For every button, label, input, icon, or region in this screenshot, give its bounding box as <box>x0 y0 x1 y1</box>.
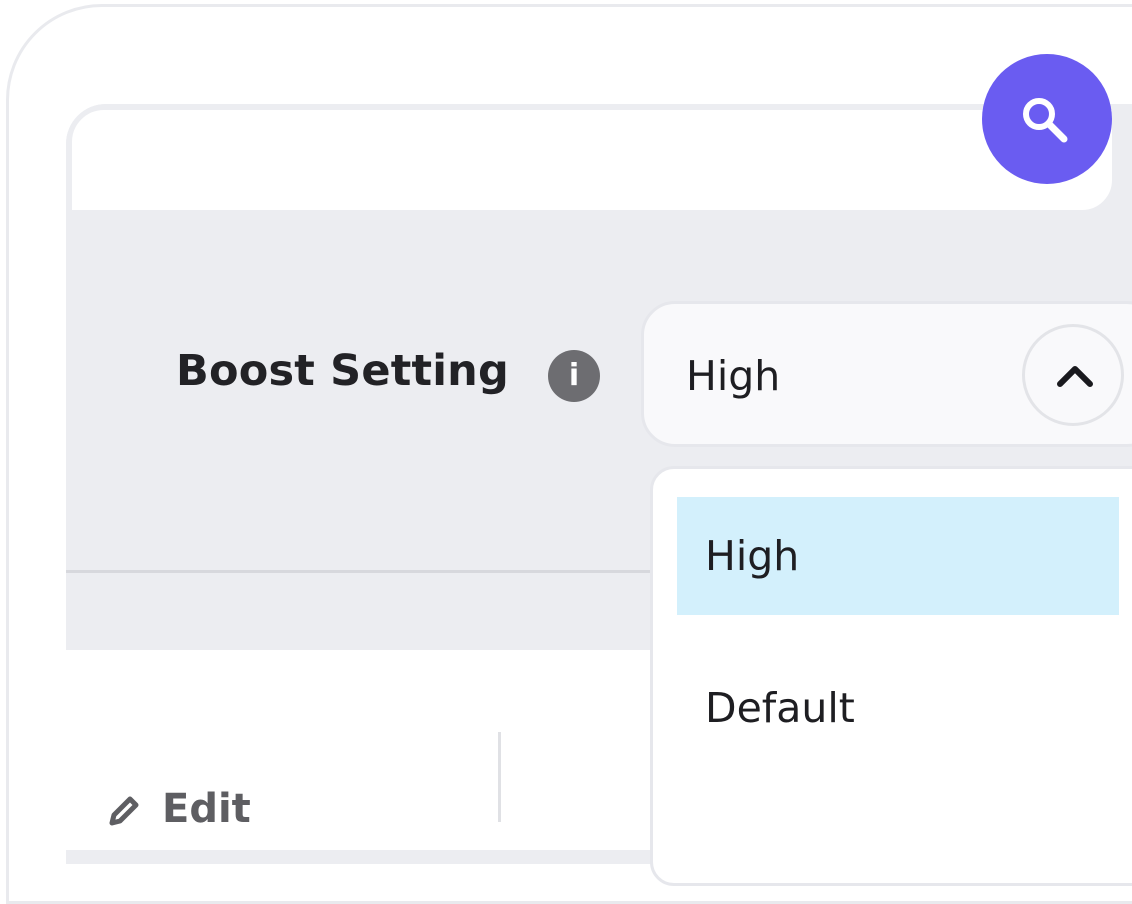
pencil-icon <box>109 796 139 826</box>
section-divider <box>66 570 650 573</box>
edit-link[interactable]: Edit <box>104 786 251 832</box>
dropdown-option-default[interactable]: Default <box>677 649 1119 767</box>
boost-setting-select[interactable]: High <box>641 301 1132 447</box>
info-icon[interactable]: i <box>548 350 600 402</box>
search-bar[interactable] <box>66 104 1118 216</box>
boost-setting-label: Boost Setting <box>176 346 509 396</box>
dropdown-menu: High Default <box>650 466 1132 886</box>
search-icon <box>1023 98 1068 143</box>
select-value: High <box>686 352 781 400</box>
select-toggle-button[interactable] <box>1022 324 1124 426</box>
dropdown-option-high[interactable]: High <box>677 497 1119 615</box>
edit-label: Edit <box>162 786 251 832</box>
column-divider <box>498 732 501 822</box>
search-button[interactable] <box>982 54 1112 184</box>
chevron-up-icon <box>1057 366 1093 387</box>
